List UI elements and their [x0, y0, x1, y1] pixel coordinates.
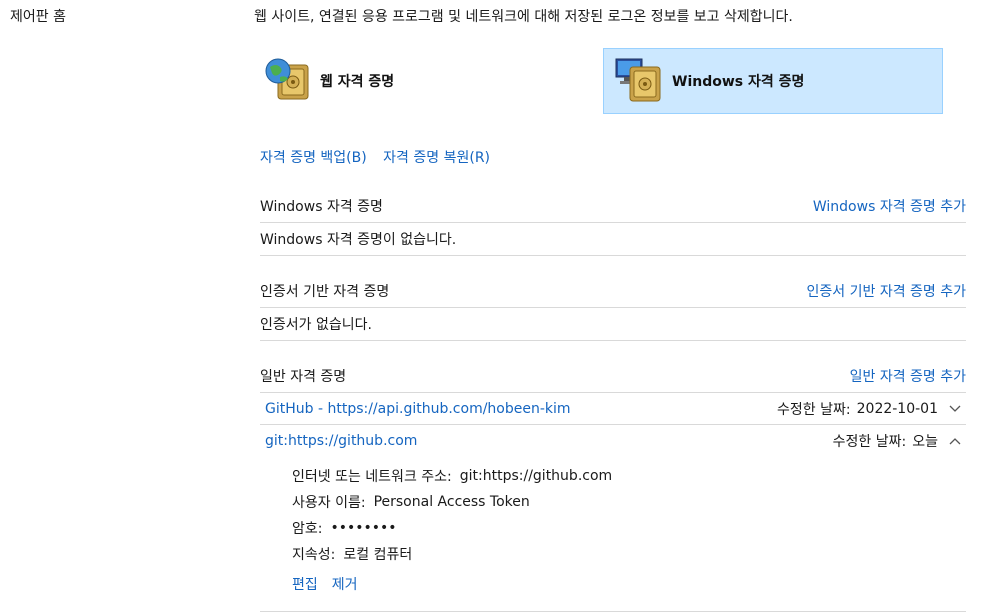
address-label: 인터넷 또는 네트워크 주소: — [292, 469, 452, 485]
credential-name[interactable]: GitHub - https://api.github.com/hobeen-k… — [265, 401, 571, 417]
detail-address: 인터넷 또는 네트워크 주소: git:https://github.com — [292, 463, 966, 489]
username-label: 사용자 이름: — [292, 495, 366, 511]
windows-credentials-section: Windows 자격 증명 Windows 자격 증명 추가 Windows 자… — [260, 190, 966, 256]
username-value: Personal Access Token — [373, 494, 530, 510]
section-title: Windows 자격 증명 — [260, 199, 383, 215]
credential-name[interactable]: git:https://github.com — [265, 433, 417, 449]
detail-persistence: 지속성: 로컬 컴퓨터 — [292, 541, 966, 567]
section-title: 인증서 기반 자격 증명 — [260, 284, 390, 300]
remove-credential-link[interactable]: 제거 — [332, 574, 358, 594]
generic-credentials-section: 일반 자격 증명 일반 자격 증명 추가 GitHub - https://ap… — [260, 360, 966, 612]
chevron-up-icon[interactable] — [944, 434, 966, 448]
detail-password: 암호: •••••••• — [292, 515, 966, 541]
credential-row-git-github[interactable]: git:https://github.com 수정한 날짜: 오늘 — [260, 425, 966, 457]
modified-value: 2022-10-01 — [856, 400, 938, 417]
modified-label: 수정한 날짜: — [832, 434, 907, 450]
tab-windows-credentials[interactable]: Windows 자격 증명 — [603, 48, 943, 114]
restore-credentials-link[interactable]: 자격 증명 복원(R) — [383, 150, 490, 166]
add-generic-credential-link[interactable]: 일반 자격 증명 추가 — [850, 366, 966, 386]
chevron-down-icon[interactable] — [944, 402, 966, 416]
page-description: 웹 사이트, 연결된 응용 프로그램 및 네트워크에 대해 저장된 로그온 정보… — [254, 9, 793, 25]
modified-label: 수정한 날짜: — [777, 401, 851, 418]
computer-vault-icon — [614, 53, 666, 109]
credential-row-github-api[interactable]: GitHub - https://api.github.com/hobeen-k… — [260, 393, 966, 425]
tab-web-credentials[interactable]: 웹 자격 증명 — [262, 50, 582, 112]
detail-actions: 편집 제거 — [292, 567, 966, 601]
backup-restore-actions: 자격 증명 백업(B) 자격 증명 복원(R) — [260, 147, 502, 167]
credential-detail-panel: 인터넷 또는 네트워크 주소: git:https://github.com 사… — [260, 457, 966, 612]
password-value: •••••••• — [330, 520, 397, 536]
detail-username: 사용자 이름: Personal Access Token — [292, 489, 966, 515]
persistence-value: 로컬 컴퓨터 — [343, 547, 413, 563]
empty-message: 인증서가 없습니다. — [260, 308, 966, 341]
edit-credential-link[interactable]: 편집 — [292, 574, 318, 594]
empty-message: Windows 자격 증명이 없습니다. — [260, 223, 966, 256]
modified-value: 오늘 — [912, 434, 938, 450]
tab-web-credentials-label: 웹 자격 증명 — [320, 74, 395, 90]
section-title: 일반 자격 증명 — [260, 369, 347, 385]
add-windows-credential-link[interactable]: Windows 자격 증명 추가 — [813, 196, 966, 216]
persistence-label: 지속성: — [292, 547, 336, 563]
credential-modified: 수정한 날짜: 2022-10-01 — [777, 399, 966, 419]
control-panel-home-link[interactable]: 제어판 홈 — [10, 6, 66, 26]
globe-vault-icon — [262, 53, 314, 109]
add-certificate-credential-link[interactable]: 인증서 기반 자격 증명 추가 — [807, 281, 966, 301]
certificate-credentials-section: 인증서 기반 자격 증명 인증서 기반 자격 증명 추가 인증서가 없습니다. — [260, 275, 966, 341]
password-label: 암호: — [292, 521, 323, 537]
backup-credentials-link[interactable]: 자격 증명 백업(B) — [260, 150, 367, 166]
credential-modified: 수정한 날짜: 오늘 — [833, 431, 966, 451]
tab-windows-credentials-label: Windows 자격 증명 — [672, 74, 805, 90]
address-value: git:https://github.com — [459, 468, 613, 484]
